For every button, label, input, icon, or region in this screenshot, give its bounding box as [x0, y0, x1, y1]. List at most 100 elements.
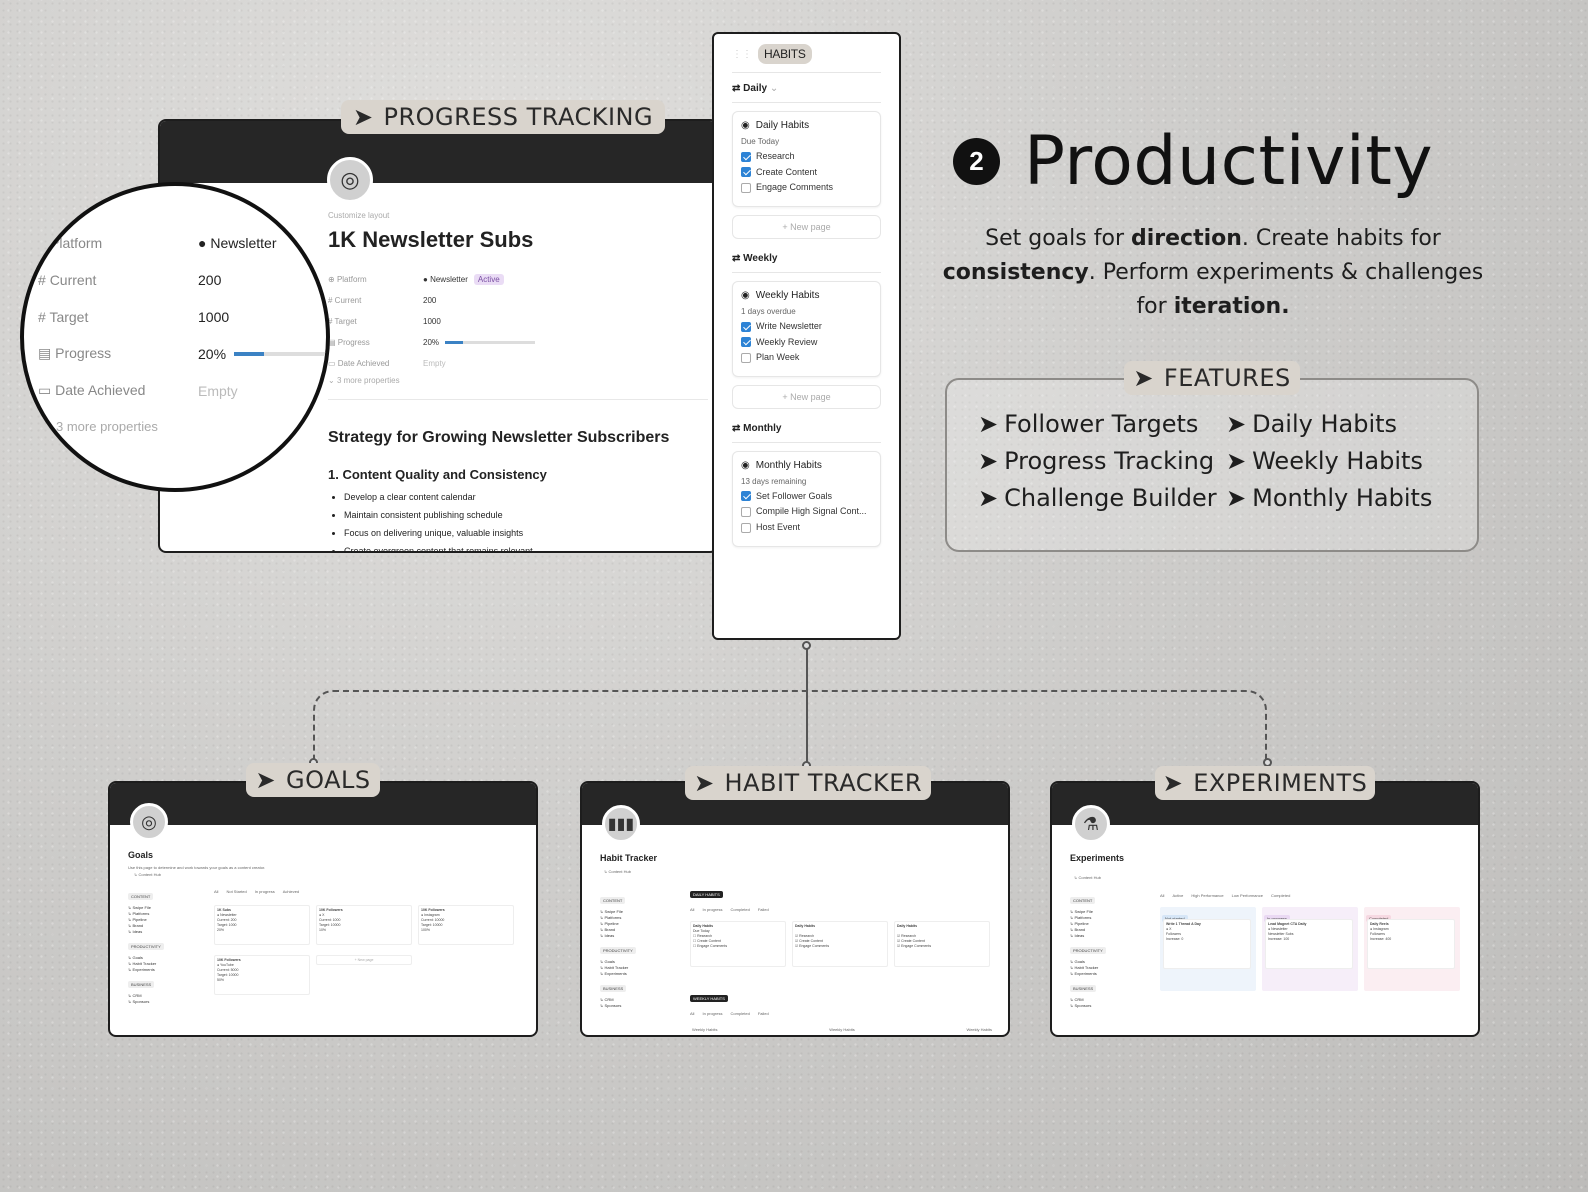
- step-badge: 2: [953, 138, 1000, 185]
- customize-layout[interactable]: Customize layout: [328, 211, 389, 220]
- tagline-segment: . Create habits for: [1241, 226, 1441, 251]
- habit-task[interactable]: Set Follower Goals: [741, 491, 872, 502]
- mini-sidebar: CONTENT ↳ Swipe File ↳ Platforms ↳ Pipelin…: [128, 885, 198, 1005]
- panel-title: Experiments: [1070, 853, 1125, 863]
- checkbox[interactable]: [741, 337, 751, 348]
- zoom-property-platform: ≡ Platform ● Newsletter: [38, 234, 277, 251]
- property-platform[interactable]: ⊕ Platform ● Newsletter Active: [328, 269, 708, 290]
- list-item: Create evergreen content that remains re…: [344, 542, 533, 551]
- new-page-button[interactable]: + New page: [732, 214, 881, 239]
- checkbox[interactable]: [741, 507, 751, 517]
- experiments-label: ➤ EXPERIMENTS: [1155, 766, 1375, 800]
- drag-handle-icon[interactable]: ⋮⋮: [732, 49, 752, 60]
- experiment-tabs[interactable]: All Active High Performance Low Performance…: [1160, 893, 1290, 899]
- habit-icon: ◉: [741, 289, 750, 301]
- panel-title: Goals: [128, 850, 154, 860]
- habit-task[interactable]: Create Content: [741, 167, 872, 178]
- checkbox[interactable]: [741, 522, 751, 533]
- new-page-button[interactable]: + New page: [316, 955, 412, 965]
- experiment-card[interactable]: Write 1 Thread A Day ● X Followers Increase…: [1163, 919, 1251, 969]
- feature-item: ➤ Monthly Habits: [1226, 484, 1433, 512]
- habit-card[interactable]: Daily Habits ☑ Research ☑ Create Content ☑…: [792, 921, 888, 967]
- goal-tabs[interactable]: All Not Started In progress Achieved: [214, 889, 299, 895]
- checkbox[interactable]: [741, 167, 751, 178]
- progress-tracking-label: ➤ PROGRESS TRACKING: [341, 100, 665, 134]
- habit-tabs[interactable]: All In progress Completed Failed: [690, 907, 769, 913]
- habit-card[interactable]: ◉ Monthly Habits 13 days remaining Set Foll…: [732, 450, 881, 547]
- bullet-list: Develop a clear content calendar Maintai…: [344, 488, 533, 551]
- zoom-property-date: ▭ Date Achieved Empty: [38, 382, 238, 399]
- list-item: Focus on delivering unique, valuable ins…: [344, 524, 533, 542]
- chevron-down-icon[interactable]: ⌄: [770, 83, 778, 94]
- repeat-icon: ⇄: [732, 83, 741, 94]
- progress-bar: [445, 341, 536, 344]
- goal-card[interactable]: 1K Subs ● Newsletter Current: 200 Target: 1…: [214, 905, 310, 945]
- target-icon: ◎: [327, 157, 373, 203]
- zoom-progress-bar: [234, 351, 326, 356]
- tagline: Set goals for direction. Create habits f…: [930, 222, 1496, 324]
- goal-card[interactable]: 10K Followers ● X Current: 1000 Target: 100…: [316, 905, 412, 945]
- board-column: In progress Lead Magnet CTA Daily● Newsl…: [1262, 907, 1358, 991]
- goal-card[interactable]: 10K Followers ● YouTube Current: 5000 Targe…: [214, 955, 310, 995]
- habit-task[interactable]: Plan Week: [741, 352, 872, 363]
- goals-screenshot: ◎ Goals Use this page to determine and w…: [108, 781, 538, 1037]
- checkbox[interactable]: [741, 182, 751, 193]
- habit-card[interactable]: ◉ Weekly Habits 1 days overdue Write Newsle…: [732, 280, 881, 377]
- zoom-property-target: # Target 1000: [38, 308, 230, 325]
- habit-tracker-screenshot: ▮▮▮ Habit Tracker ↳ Content Hub CONTENT …: [580, 781, 1010, 1037]
- content-heading: Strategy for Growing Newsletter Subscrib…: [328, 429, 670, 446]
- habits-tag: HABITS: [758, 44, 812, 64]
- experiments-screenshot: ⚗ Experiments ↳ Content Hub CONTENT ↳ Sw…: [1050, 781, 1480, 1037]
- experiment-card[interactable]: Daily Reels ● Instagram Followers Increase:…: [1367, 919, 1455, 969]
- checkbox[interactable]: [741, 321, 751, 332]
- tagline-segment: iteration.: [1173, 294, 1290, 319]
- panel-title: Habit Tracker: [600, 853, 658, 863]
- content-hub-link[interactable]: ↳ Content Hub: [604, 869, 631, 875]
- divider: [328, 399, 708, 400]
- repeat-icon: ⇄: [732, 422, 741, 434]
- panel-description: Use this page to determine and work towa…: [128, 865, 266, 870]
- goal-card[interactable]: 10K Followers ● Instagram Current: 10000 Ta…: [418, 905, 514, 945]
- content-hub-link[interactable]: ↳ Content Hub: [1074, 875, 1101, 881]
- list-item: Maintain consistent publishing schedule: [344, 506, 533, 524]
- habit-card-title: Monthly Habits: [755, 459, 822, 471]
- checkbox[interactable]: [741, 352, 751, 363]
- property-progress[interactable]: ▤ Progress 20%: [328, 332, 708, 353]
- property-date-achieved[interactable]: ▭ Date Achieved Empty: [328, 353, 708, 374]
- habit-task[interactable]: Compile High Signal Cont...: [741, 506, 872, 517]
- checkbox[interactable]: [741, 491, 751, 502]
- connector-line: [806, 645, 808, 765]
- new-page-button[interactable]: + New page: [732, 384, 881, 409]
- zoom-property-current: # Current 200: [38, 271, 222, 288]
- habit-task[interactable]: Engage Comments: [741, 182, 872, 193]
- experiment-card[interactable]: Lead Magnet CTA Daily ● Newsletter Newslet…: [1265, 919, 1353, 969]
- zoom-property-list: ≡ Platform ● Newsletter # Current 200 # Ta…: [38, 224, 326, 434]
- checkbox[interactable]: [741, 151, 751, 162]
- habit-group-1[interactable]: ⇄ Weekly: [732, 247, 881, 273]
- habit-task[interactable]: Host Event: [741, 522, 872, 533]
- weekly-habits-tag: WEEKLY HABITS: [690, 995, 728, 1002]
- habit-status: 1 days overdue: [741, 306, 796, 316]
- content-hub-link[interactable]: ↳ Content Hub: [134, 872, 161, 878]
- habit-task[interactable]: Write Newsletter: [741, 321, 872, 332]
- property-target[interactable]: # Target 1000: [328, 311, 708, 332]
- feature-item: ➤ Daily Habits: [1226, 410, 1398, 438]
- habit-tracker-label: ➤ HABIT TRACKER: [685, 766, 931, 800]
- habit-group-2[interactable]: ⇄ Monthly: [732, 417, 881, 443]
- habit-tabs[interactable]: All In progress Completed Failed: [690, 1011, 769, 1017]
- property-current[interactable]: # Current 200: [328, 290, 708, 311]
- list-item: Develop a clear content calendar: [344, 488, 533, 506]
- property-list: ⊕ Platform ● Newsletter Active # Current 20…: [328, 269, 708, 385]
- mini-sidebar: CONTENT ↳ Swipe File ↳ Platforms ↳ Pipelin…: [1070, 889, 1140, 1009]
- habit-task[interactable]: Weekly Review: [741, 337, 872, 348]
- habit-card[interactable]: Daily Habits ☑ Research ☑ Create Content ☑…: [894, 921, 990, 967]
- goals-label: ➤ GOALS: [246, 763, 380, 797]
- features-list: ➤ Follower Targets ➤ Daily Habits ➤ Progres…: [978, 410, 1476, 512]
- more-properties[interactable]: ⌄ 3 more properties: [328, 376, 708, 385]
- habit-card[interactable]: ◉ Daily Habits Due Today Research Create Con…: [732, 111, 881, 207]
- habit-task[interactable]: Research: [741, 151, 872, 162]
- habit-card[interactable]: Daily Habits Due Today ☐ Research ☐ Create …: [690, 921, 786, 967]
- target-icon: ◎: [130, 803, 168, 841]
- habit-group-0[interactable]: ⇄ Daily ⌄: [732, 77, 881, 103]
- board-column: Not started Write 1 Thread A Day● XFollo…: [1160, 907, 1256, 991]
